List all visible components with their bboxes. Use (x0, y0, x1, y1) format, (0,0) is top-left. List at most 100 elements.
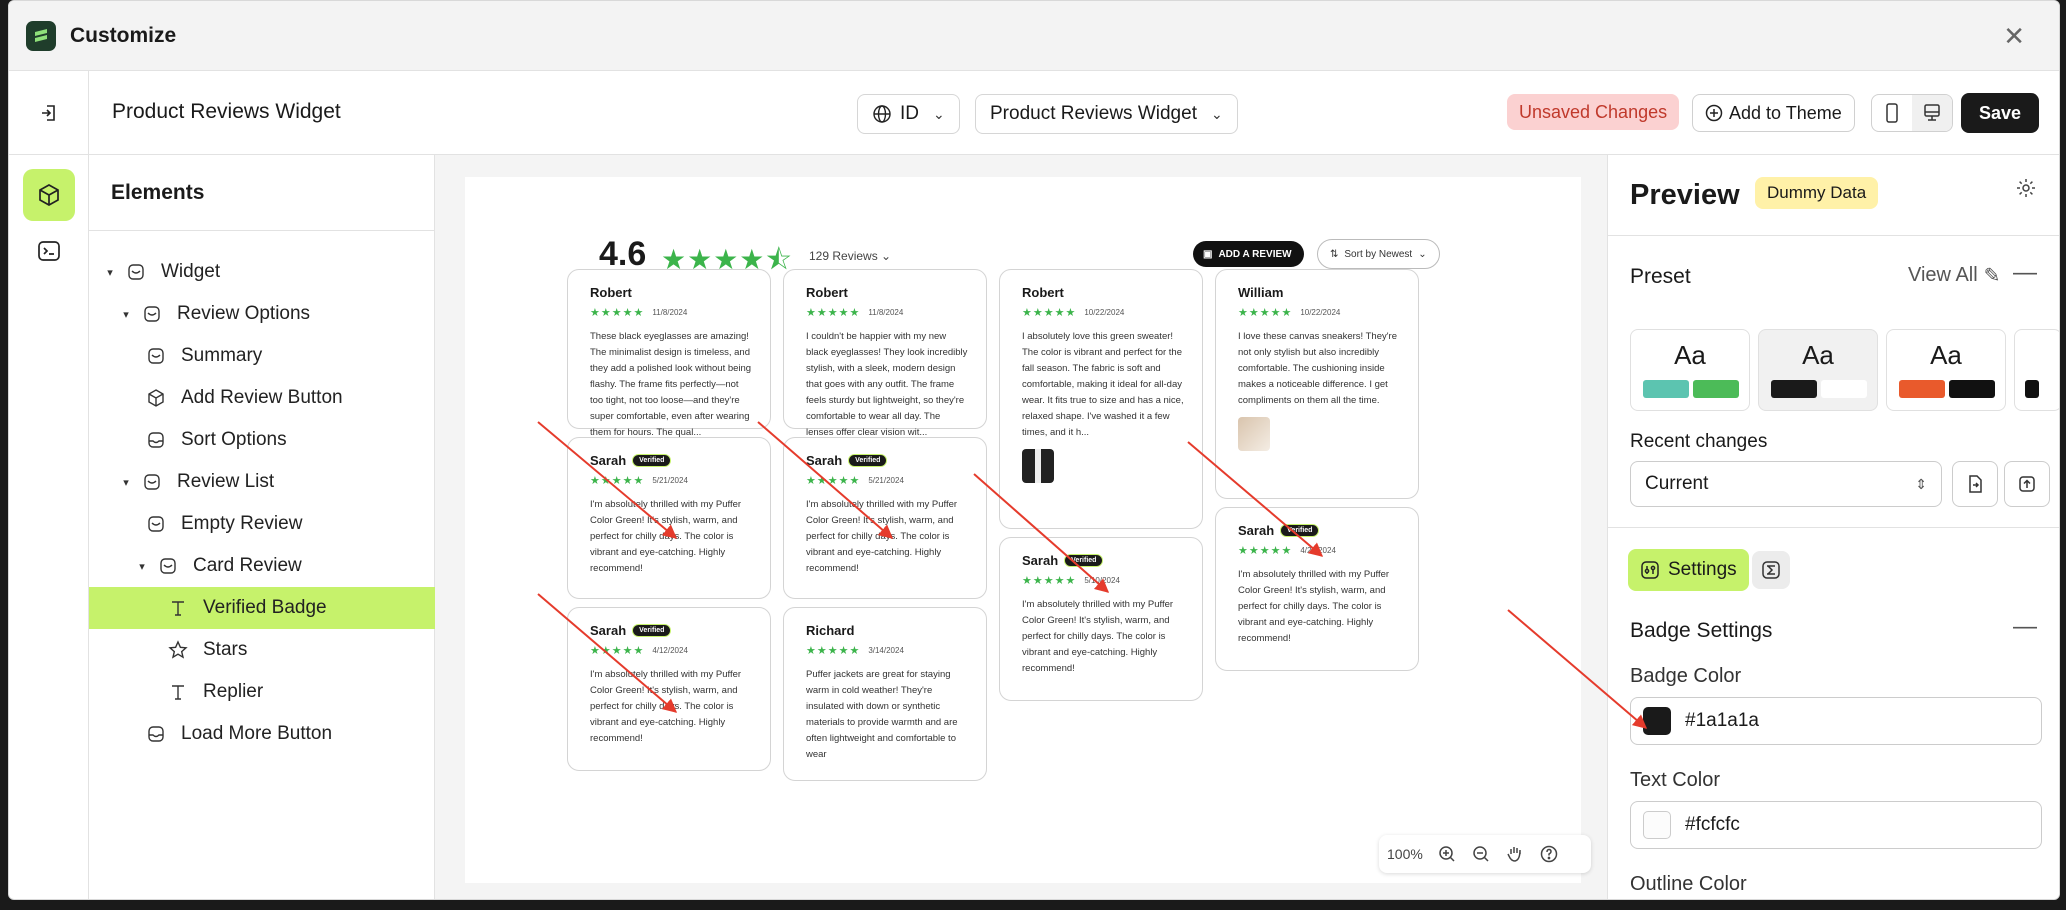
component-icon (139, 471, 165, 493)
preset-sample: Aa (1674, 340, 1706, 370)
divider (1608, 527, 2059, 528)
tree-item-replier[interactable]: Replier (89, 671, 435, 713)
tree-item-card-review[interactable]: ▾ Card Review (89, 545, 435, 587)
view-all-link[interactable]: View All ✎ (1908, 263, 2000, 288)
tree-item-widget[interactable]: ▾ Widget (89, 251, 435, 293)
review-card: Sarah Verified ★★★★★ 5/21/2024 I'm absolut… (783, 437, 987, 599)
add-to-theme-button[interactable]: Add to Theme (1692, 94, 1855, 132)
review-date: 11/8/2024 (652, 308, 688, 317)
recent-changes-select[interactable]: Current ⇕ (1630, 461, 1942, 507)
help-icon[interactable] (1539, 844, 1559, 864)
tab-advanced[interactable] (1752, 551, 1790, 589)
badge-color-field[interactable]: #1a1a1a (1630, 697, 2042, 745)
unsaved-changes-badge: Unsaved Changes (1507, 94, 1680, 130)
tree-item-add-review-button[interactable]: Add Review Button (89, 377, 435, 419)
review-card: Sarah Verified ★★★★★ 4/23/2024 I'm absolut… (1215, 507, 1419, 671)
color-swatch[interactable] (1643, 811, 1671, 839)
caret-down-icon: ▾ (107, 266, 113, 279)
desktop-icon (1924, 104, 1940, 121)
tree-item-empty-review[interactable]: Empty Review (89, 503, 435, 545)
review-stars: ★★★★★ (590, 307, 645, 319)
review-card: Robert ★★★★★ 11/8/2024 I couldn't be happ… (783, 269, 987, 438)
tree-item-review-options[interactable]: ▾ Review Options (89, 293, 435, 335)
zoom-level: 100% (1387, 846, 1423, 862)
review-text: These black eyeglasses are amazing! The … (590, 331, 752, 438)
review-stars: ★★★★★ (1022, 575, 1077, 587)
tree-label: Summary (181, 345, 263, 366)
save-button[interactable]: Save (1961, 93, 2039, 133)
text-color-field[interactable]: #fcfcfc (1630, 801, 2042, 849)
globe-icon (873, 105, 891, 123)
reviewer-name: Sarah (590, 452, 627, 468)
chevron-down-icon: ⌄ (881, 249, 892, 263)
review-card: Sarah Verified ★★★★★ 5/21/2024 I'm absolut… (567, 437, 771, 599)
review-photo[interactable] (1238, 417, 1270, 451)
close-icon[interactable]: ✕ (2003, 23, 2025, 49)
formula-icon (1762, 561, 1780, 579)
tree-item-sort-options[interactable]: Sort Options (89, 419, 435, 461)
widget-select[interactable]: Product Reviews Widget ⌄ (975, 94, 1238, 134)
text-color-value: #fcfcfc (1685, 814, 1740, 835)
reviewer-name: Richard (806, 622, 855, 638)
tree-item-summary[interactable]: Summary (89, 335, 435, 377)
export-button[interactable] (2004, 461, 2050, 507)
tree-label: Review List (177, 471, 275, 492)
chevron-down-icon: ⌄ (1210, 105, 1223, 122)
review-card: Richard ★★★★★ 3/14/2024 Puffer jackets ar… (783, 607, 987, 781)
caret-down-icon: ▾ (123, 308, 129, 321)
recent-changes-label: Recent changes (1630, 431, 1768, 452)
tab-settings[interactable]: Settings (1628, 549, 1749, 591)
elements-rail-button[interactable] (23, 169, 75, 221)
file-import-icon (1969, 475, 1982, 493)
exit-icon (41, 105, 55, 121)
tab-settings-label: Settings (1668, 559, 1737, 580)
title-bar: Customize ✕ (9, 1, 2059, 71)
collapse-icon[interactable]: — (2013, 259, 2037, 287)
zoom-controls: 100% (1379, 835, 1591, 873)
preset-swatches (2025, 380, 2039, 398)
text-icon (165, 681, 191, 703)
sort-icon: ⇅ (1330, 248, 1339, 260)
zoom-out-icon[interactable] (1471, 844, 1491, 864)
hand-icon[interactable] (1505, 844, 1525, 864)
review-text: I'm absolutely thrilled with my Puffer C… (590, 669, 742, 744)
exit-button[interactable] (9, 71, 89, 155)
edit-icon: ▣ (1203, 248, 1213, 260)
review-photo[interactable] (1022, 449, 1054, 483)
desktop-view-button[interactable] (1912, 95, 1952, 131)
review-count[interactable]: 129 Reviews ⌄ (809, 249, 891, 263)
gear-icon[interactable] (2015, 177, 2037, 199)
import-button[interactable] (1952, 461, 1998, 507)
tree-label: Stars (203, 639, 248, 660)
dummy-data-badge[interactable]: Dummy Data (1755, 177, 1879, 209)
tree-item-review-list[interactable]: ▾ Review List (89, 461, 435, 503)
preset-swatches (1899, 380, 1995, 398)
cube-icon (39, 184, 59, 206)
tree-item-verified-badge[interactable]: Verified Badge (89, 587, 435, 629)
view-all-label: View All (1908, 264, 1978, 286)
mobile-view-button[interactable] (1872, 95, 1912, 131)
review-text: I'm absolutely thrilled with my Puffer C… (590, 499, 742, 574)
tree-label: Review Options (177, 303, 311, 324)
preset-card[interactable]: Aa (1758, 329, 1878, 411)
review-text: I absolutely love this green sweater! Th… (1022, 331, 1184, 438)
tree-label: Load More Button (181, 723, 333, 744)
sort-select[interactable]: ⇅ Sort by Newest ⌄ (1317, 239, 1440, 269)
reviewer-name: Robert (1022, 284, 1064, 300)
color-swatch[interactable] (1643, 707, 1671, 735)
tree-item-load-more-button[interactable]: Load More Button (89, 713, 435, 755)
add-to-theme-label: Add to Theme (1729, 102, 1842, 123)
tree-item-stars[interactable]: Stars (89, 629, 435, 671)
review-date: 11/8/2024 (868, 308, 904, 317)
add-review-button[interactable]: ▣ ADD A REVIEW (1193, 241, 1304, 267)
preset-card[interactable]: Aa (1630, 329, 1750, 411)
language-select[interactable]: ID ⌄ (857, 94, 960, 134)
preset-card[interactable] (2014, 329, 2059, 411)
preset-card[interactable]: Aa (1886, 329, 2006, 411)
collapse-icon[interactable]: — (2013, 613, 2037, 641)
toolbar: Product Reviews Widget ID ⌄ Product Revi… (9, 71, 2059, 155)
review-date: 5/21/2024 (652, 476, 688, 485)
outline-color-label: Outline Color (1630, 873, 1747, 895)
code-rail-button[interactable] (23, 225, 75, 277)
zoom-in-icon[interactable] (1437, 844, 1457, 864)
